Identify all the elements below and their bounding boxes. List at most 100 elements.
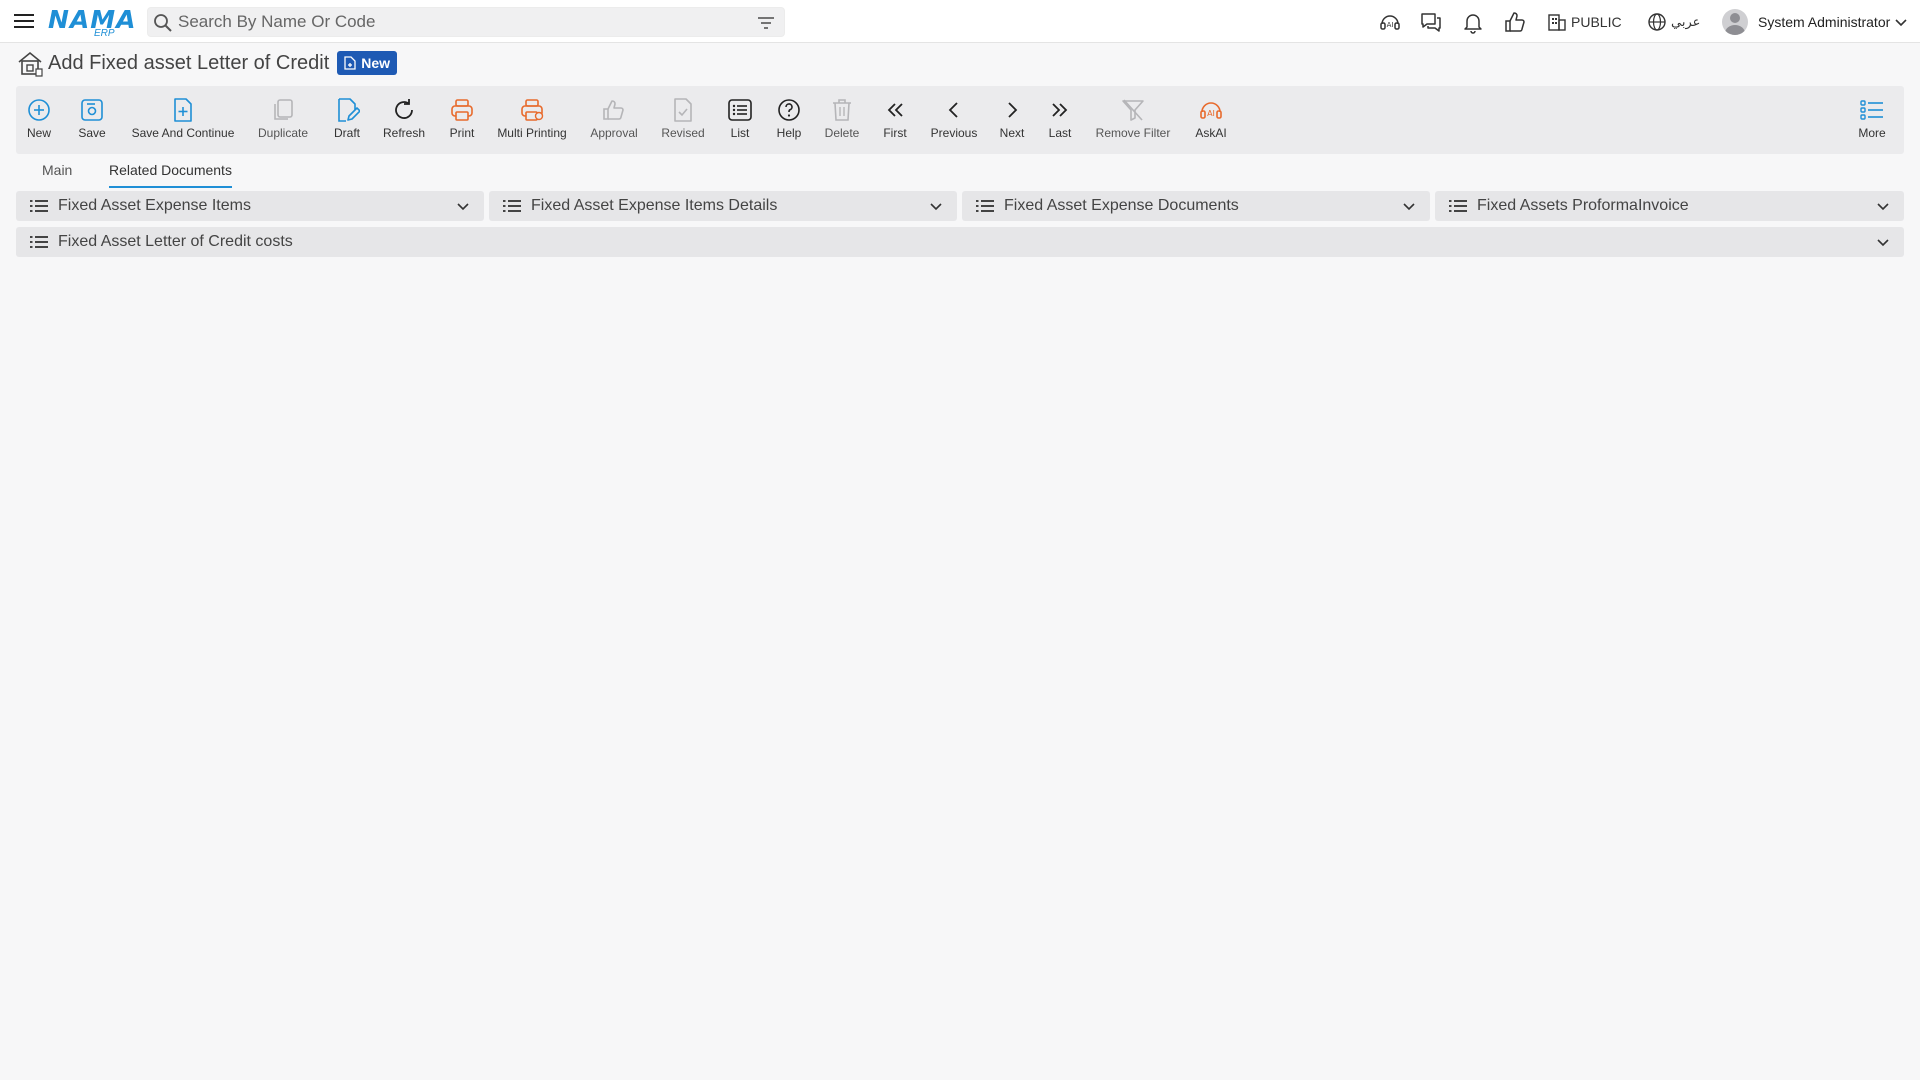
askai-button[interactable]: AI AskAI [1194, 86, 1228, 154]
chevron-down-icon [1895, 19, 1907, 27]
logo-subtext: ERP [94, 28, 115, 39]
logo-text: NAMA [48, 5, 137, 34]
panel-label: Fixed Asset Letter of Credit costs [58, 233, 293, 250]
multi-printing-button[interactable]: Multi Printing [496, 86, 568, 154]
nama-erp-logo[interactable]: NAMA ERP [48, 4, 136, 39]
svg-text:AI: AI [1207, 109, 1215, 118]
tab-related-documents[interactable]: Related Documents [109, 160, 232, 188]
chevron-down-icon [930, 203, 942, 211]
plus-circle-icon [28, 99, 50, 121]
filter-icon[interactable] [756, 14, 776, 32]
last-record-button[interactable]: Last [1047, 86, 1073, 154]
save-and-continue-button[interactable]: Save And Continue [131, 86, 235, 154]
chevron-down-icon [1877, 239, 1889, 247]
avatar [1722, 9, 1748, 35]
print-button[interactable]: Print [447, 86, 477, 154]
multi-printing-label: Multi Printing [497, 126, 567, 140]
status-badge-label: New [361, 55, 391, 71]
ai-icon: AI [1200, 102, 1222, 119]
new-button-label: New [27, 126, 52, 140]
chevron-down-icon [1877, 203, 1889, 211]
next-button-label: Next [999, 126, 1025, 140]
delete-button[interactable]: Delete [822, 86, 862, 154]
save-button[interactable]: Save [78, 86, 106, 154]
remove-filter-label: Remove Filter [1095, 126, 1171, 140]
panel-label: Fixed Asset Expense Items [58, 197, 251, 214]
language-switcher[interactable]: عربي [1647, 10, 1700, 34]
ai-assistant-icon[interactable]: AI [1378, 10, 1402, 34]
more-button[interactable]: More [1857, 86, 1887, 154]
search-input[interactable] [178, 11, 738, 33]
file-plus-icon [174, 98, 192, 122]
help-button[interactable]: Help [775, 86, 803, 154]
page-title: Add Fixed asset Letter of Credit [48, 51, 330, 74]
duplicate-button[interactable]: Duplicate [258, 86, 308, 154]
approvals-thumbs-up-icon[interactable] [1503, 10, 1527, 34]
new-button[interactable]: New [27, 86, 51, 154]
help-button-label: Help [776, 126, 802, 140]
refresh-button-label: Refresh [382, 126, 426, 140]
list-icon [30, 200, 48, 212]
branch-selector[interactable]: PUBLIC [1547, 10, 1622, 34]
list-view-icon [728, 99, 752, 121]
draft-icon [338, 98, 360, 122]
list-button[interactable]: List [727, 86, 753, 154]
save-button-label: Save [78, 126, 106, 140]
help-icon [778, 99, 800, 121]
next-record-button[interactable]: Next [999, 86, 1025, 154]
panel-fixed-asset-letter-of-credit-costs[interactable]: Fixed Asset Letter of Credit costs [16, 227, 1904, 257]
list-icon [30, 236, 48, 248]
revised-button[interactable]: Revised [660, 86, 706, 154]
branch-label: PUBLIC [1571, 14, 1622, 30]
document-icon [344, 56, 356, 70]
top-bar: NAMA ERP AI [0, 0, 1920, 43]
refresh-button[interactable]: Refresh [382, 86, 426, 154]
tab-main[interactable]: Main [42, 160, 72, 188]
previous-record-button[interactable]: Previous [928, 86, 980, 154]
panel-fixed-asset-expense-documents[interactable]: Fixed Asset Expense Documents [962, 191, 1430, 221]
approval-button[interactable]: Approval [589, 86, 639, 154]
first-record-button[interactable]: First [882, 86, 908, 154]
delete-button-label: Delete [824, 126, 860, 140]
panel-fixed-asset-expense-items-details[interactable]: Fixed Asset Expense Items Details [489, 191, 957, 221]
trash-icon [833, 99, 851, 121]
list-button-label: List [730, 126, 750, 140]
status-badge: New [337, 51, 398, 75]
askai-button-label: AskAI [1195, 126, 1227, 140]
user-name: System Administrator [1758, 14, 1891, 30]
search-icon [154, 14, 172, 32]
draft-button[interactable]: Draft [331, 86, 363, 154]
chat-icon[interactable] [1419, 10, 1443, 34]
previous-button-label: Previous [930, 126, 978, 140]
revised-icon [674, 98, 692, 122]
home-icon[interactable] [16, 49, 44, 77]
more-list-icon [1860, 100, 1883, 120]
chevron-down-icon [457, 203, 469, 211]
list-icon [976, 200, 994, 212]
duplicate-button-label: Duplicate [257, 126, 309, 140]
action-toolbar: New Save Save And Continue Duplicate Dra… [16, 86, 1904, 154]
hamburger-menu-icon[interactable] [13, 11, 35, 31]
user-menu[interactable]: System Administrator [1722, 8, 1909, 36]
panel-label: Fixed Asset Expense Documents [1004, 197, 1239, 214]
panel-fixed-assets-proforma-invoice[interactable]: Fixed Assets ProformaInvoice [1435, 191, 1904, 221]
building-icon [1548, 14, 1566, 31]
revised-button-label: Revised [661, 126, 705, 140]
remove-filter-button[interactable]: Remove Filter [1094, 86, 1172, 154]
chevron-down-icon [1403, 203, 1415, 211]
refresh-icon [395, 99, 413, 119]
thumbs-up-icon [603, 100, 624, 120]
draft-button-label: Draft [333, 126, 360, 140]
save-icon [81, 99, 103, 121]
last-button-label: Last [1048, 126, 1072, 140]
print-button-label: Print [449, 126, 475, 140]
notification-bell-icon[interactable] [1461, 10, 1485, 34]
global-search [147, 7, 785, 37]
panel-label: Fixed Assets ProformaInvoice [1477, 197, 1689, 214]
print-icon [451, 99, 473, 121]
chevrons-right-icon [1052, 103, 1068, 117]
language-label: عربي [1671, 14, 1701, 30]
panel-fixed-asset-expense-items[interactable]: Fixed Asset Expense Items [16, 191, 484, 221]
save-and-continue-label: Save And Continue [131, 126, 235, 140]
list-icon [503, 200, 521, 212]
